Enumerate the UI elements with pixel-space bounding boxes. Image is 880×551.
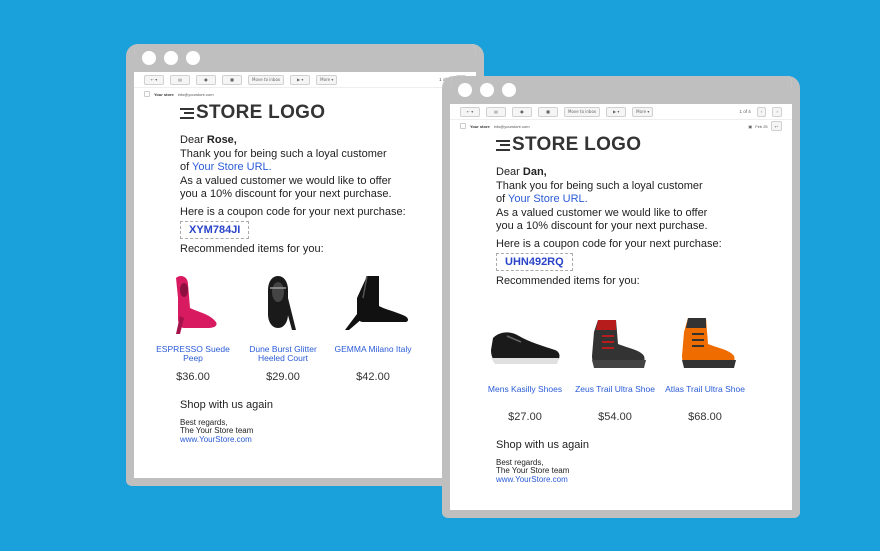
- coupon-label: Here is a coupon code for your next purc…: [180, 205, 406, 218]
- logo-lines-icon: [180, 107, 194, 119]
- product-price: $36.00: [176, 370, 210, 383]
- archive-button[interactable]: ▤: [486, 106, 506, 117]
- customer-name: Dan,: [522, 166, 547, 178]
- product-name[interactable]: GEMMA Milano Italy: [328, 344, 418, 367]
- delete-button[interactable]: ■: [222, 74, 242, 85]
- product-price: $42.00: [356, 370, 390, 383]
- mail-toolbar: ← ▾ ▤ ● ■ Move to inbox ▶ ▾ More ▾ 1 of …: [134, 72, 476, 88]
- window-titlebar: [450, 76, 792, 104]
- signature: Best regards, The Your Store team www.Yo…: [180, 418, 476, 445]
- product-list: Mens Kasilly Shoes $27.00 Zeus Trail Ult…: [480, 305, 792, 423]
- product-name[interactable]: ESPRESSO Suede Peep: [148, 344, 238, 367]
- store-site-link[interactable]: www.YourStore.com: [180, 435, 476, 445]
- pink-heel-shoe-icon[interactable]: [148, 265, 238, 341]
- sender-email[interactable]: info@yourstore.com: [178, 92, 214, 97]
- window-titlebar: [134, 44, 476, 72]
- store-site-link[interactable]: www.YourStore.com: [496, 475, 792, 485]
- signature: Best regards, The Your Store team www.Yo…: [496, 458, 792, 485]
- move-to-inbox-button[interactable]: Move to inbox: [248, 74, 285, 85]
- email-body: STORE LOGO Dear Rose, Thank you for bein…: [134, 100, 476, 444]
- coupon-label: Here is a coupon code for your next purc…: [496, 237, 722, 250]
- shop-again-text: Shop with us again: [496, 438, 589, 451]
- window-close-dot[interactable]: [458, 83, 472, 97]
- product-card[interactable]: ESPRESSO Suede Peep $36.00: [148, 265, 238, 383]
- sender-name: Your store: [154, 91, 174, 97]
- customer-name: Rose,: [206, 134, 237, 146]
- next-page-button[interactable]: ›: [772, 106, 782, 117]
- more-button[interactable]: More ▾: [632, 106, 654, 117]
- product-card[interactable]: Dune Burst Glitter Heeled Court $29.00: [238, 265, 328, 383]
- sender-row: Your store info@yourstore.com ▣ Feb 25 ↩: [450, 120, 792, 132]
- sender-email[interactable]: info@yourstore.com: [494, 124, 530, 129]
- archive-button[interactable]: ▤: [170, 74, 190, 85]
- window-close-dot[interactable]: [142, 51, 156, 65]
- move-to-inbox-button[interactable]: Move to inbox: [564, 106, 601, 117]
- reply-button[interactable]: ↩: [770, 121, 782, 131]
- spam-button[interactable]: ●: [512, 106, 532, 117]
- email-window-dan: ← ▾ ▤ ● ■ Move to inbox ▶ ▾ More ▾ 1 of …: [442, 76, 800, 518]
- window-maximize-dot[interactable]: [502, 83, 516, 97]
- product-card[interactable]: Mens Kasilly Shoes $27.00: [480, 305, 570, 423]
- prev-page-button[interactable]: ‹: [756, 106, 767, 117]
- shop-again-text: Shop with us again: [180, 398, 273, 411]
- product-name[interactable]: Atlas Trail Ultra Shoe: [660, 384, 750, 407]
- recommended-label: Recommended items for you:: [496, 275, 640, 287]
- greeting-text: Dear Rose, Thank you for being such a lo…: [180, 134, 392, 200]
- product-card[interactable]: Atlas Trail Ultra Shoe $68.00: [660, 305, 750, 423]
- product-card[interactable]: GEMMA Milano Italy $42.00: [328, 265, 418, 383]
- store-logo: STORE LOGO: [180, 102, 476, 124]
- greeting-text: Dear Dan, Thank you for being such a loy…: [496, 166, 708, 232]
- black-sneaker-icon[interactable]: [480, 305, 570, 381]
- product-price: $54.00: [598, 410, 632, 423]
- sender-name: Your store: [470, 123, 490, 129]
- product-name[interactable]: Dune Burst Glitter Heeled Court: [238, 344, 328, 367]
- spam-button[interactable]: ●: [196, 74, 216, 85]
- store-logo: STORE LOGO: [496, 134, 792, 156]
- store-url-link[interactable]: Your Store URL.: [508, 193, 588, 205]
- back-button[interactable]: ← ▾: [460, 106, 480, 117]
- pager-text: 1 of 4: [739, 109, 751, 114]
- product-price: $29.00: [266, 370, 300, 383]
- back-button[interactable]: ← ▾: [144, 74, 164, 85]
- orange-hiking-boot-icon[interactable]: [660, 305, 750, 381]
- labels-button[interactable]: ▶ ▾: [606, 106, 627, 117]
- logo-lines-icon: [496, 139, 510, 151]
- mail-date: Feb 25: [755, 123, 768, 129]
- labels-button[interactable]: ▶ ▾: [290, 74, 311, 85]
- coupon-code[interactable]: UHN492RQ: [496, 253, 573, 271]
- product-card[interactable]: Zeus Trail Ultra Shoe $54.00: [570, 305, 660, 423]
- window-minimize-dot[interactable]: [164, 51, 178, 65]
- recommended-label: Recommended items for you:: [180, 243, 324, 255]
- product-list: ESPRESSO Suede Peep $36.00 Dune Burst Gl…: [148, 265, 476, 383]
- sender-avatar: [460, 123, 466, 129]
- date-group: ▣ Feb 25 ↩: [748, 121, 782, 131]
- more-button[interactable]: More ▾: [316, 74, 338, 85]
- product-price: $27.00: [508, 410, 542, 423]
- store-url-link[interactable]: Your Store URL.: [192, 161, 272, 173]
- product-name[interactable]: Mens Kasilly Shoes: [480, 384, 570, 407]
- sender-row: Your store info@yourstore.com ▣ Feb 25: [134, 88, 476, 100]
- delete-button[interactable]: ■: [538, 106, 558, 117]
- product-name[interactable]: Zeus Trail Ultra Shoe: [570, 384, 660, 407]
- window-maximize-dot[interactable]: [186, 51, 200, 65]
- black-heel-shoe-icon[interactable]: [238, 265, 328, 341]
- product-price: $68.00: [688, 410, 722, 423]
- sender-avatar: [144, 91, 150, 97]
- red-hiking-boot-icon[interactable]: [570, 305, 660, 381]
- window-minimize-dot[interactable]: [480, 83, 494, 97]
- email-body: STORE LOGO Dear Dan, Thank you for being…: [450, 132, 792, 484]
- coupon-code[interactable]: XYM784JI: [180, 221, 250, 239]
- email-window-rose: ← ▾ ▤ ● ■ Move to inbox ▶ ▾ More ▾ 1 of …: [126, 44, 484, 486]
- attachment-icon: ▣: [748, 123, 753, 129]
- black-ankle-boot-icon[interactable]: [328, 265, 418, 341]
- mail-toolbar: ← ▾ ▤ ● ■ Move to inbox ▶ ▾ More ▾ 1 of …: [450, 104, 792, 120]
